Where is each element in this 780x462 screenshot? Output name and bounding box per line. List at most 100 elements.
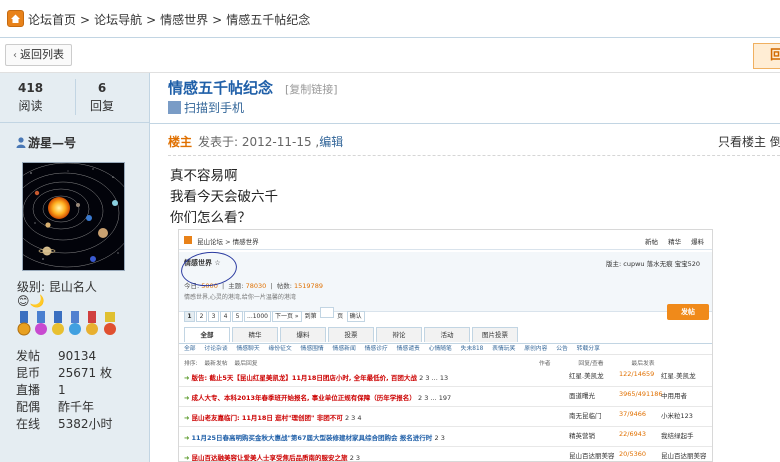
row-counts: 20/5360 [619,450,647,458]
thread-title[interactable]: 情感五千帖纪念 [168,77,273,98]
embedded-thread-title: ➜ 11月25日春高明购买金秋大惠战"第67届大型装修建材家具综合团购会 报名进行… [184,432,445,442]
info-value: 5382小时 [58,417,113,431]
row-counts: 37/9466 [619,410,647,418]
goto-confirm: 确认 [346,311,365,322]
breadcrumb: 论坛首页 > 论坛导航 > 情感世界 > 情感五千帖纪念 [28,11,310,28]
medal-icon[interactable] [85,311,99,339]
author-name[interactable]: 游星—号 [16,134,76,151]
post-meta-divider [168,155,780,156]
breadcrumb-link-home[interactable]: 论坛首页 [28,13,76,27]
row-pages: 2 3 4 [344,414,362,422]
back-to-list-label: 返回列表 [20,48,64,61]
breadcrumb-bar: 论坛首页 > 论坛导航 > 情感世界 > 情感五千帖纪念 [0,0,780,38]
medal-icon[interactable] [103,311,117,339]
row-counts: 3965/491186 [619,390,663,398]
author-sidebar: 418 阅读 6 回复 游星—号 级别: 昆山名人 😊🌙 发帖 90134 昆币… [0,73,150,462]
embedded-top-links: 新帖 精华 爆料 [645,238,705,246]
info-key: 在线 [16,417,41,431]
breadcrumb-link-forum[interactable]: 情感世界 [160,13,208,27]
copy-link-button[interactable]: [复制链接] [285,81,338,97]
qr-code-icon [168,101,181,114]
reply-button-label: 回 [770,48,780,63]
embedded-breadcrumb: 昆山论坛 > 情感世界 [197,238,259,246]
info-key: 配偶 [16,400,41,414]
page-link: 4 [220,311,231,322]
info-value: 25671 枚 [58,366,112,380]
row-title-text: 版告: 截止5天【昆山红星美凯龙】11月18日团店小时, 全年最低价, 百团大战 [191,374,417,382]
sidebar-divider [0,122,150,123]
replies-stat: 6 回复 [90,81,114,114]
topics-value: 78030 [245,282,267,290]
embedded-thread-row: ➜ 成人大专、本科2013年春季班开始报名, 事业单位正规有保障（历年学报名） 2… [179,388,712,407]
info-key: 昆币 [16,366,41,380]
embedded-tab: 精华 [232,327,278,342]
views-stat: 418 阅读 [18,81,43,114]
thread-arrow-icon: ➜ [184,414,190,422]
row-title-text: 昆山百达融美容让爱美人士享受焦后品质南的服安之旅 [191,454,348,462]
post-line: 你们怎么看？ [170,210,251,226]
embedded-categories: 全部 讨论杂谈 情感聊天 缘份征文 情感围情 情感新闻 情感诊疗 情感谴责 心情… [179,343,712,355]
embedded-tab: 爆料 [280,327,326,342]
info-row: 直播 1 [16,382,113,399]
avatar[interactable] [22,162,125,271]
breadcrumb-current[interactable]: 情感五千帖纪念 [226,13,310,27]
breadcrumb-link-nav[interactable]: 论坛导航 [94,13,142,27]
embedded-thread-title: ➜ 昆山百达融美容让爱美人士享受焦后品质南的服安之旅 2 3 [184,452,361,462]
medal-icon[interactable] [17,311,31,339]
home-icon[interactable] [7,10,24,27]
view-owner-only-link[interactable]: 只看楼主 倒 [718,133,780,150]
embedded-thread-title: ➜ 成人大专、本科2013年春季班开始报名, 事业单位正规有保障（历年学报名） 2… [184,392,451,402]
author-name-text: 游星—号 [28,136,77,150]
scan-to-mobile-link[interactable]: 扫描到手机 [168,99,244,116]
page-link: 2 [196,311,207,322]
medal-icon[interactable] [68,311,82,339]
page-link: ...1000 [244,311,271,322]
edit-link[interactable]: 编辑 [319,135,343,149]
embedded-tab: 图片投票 [472,327,518,342]
embedded-tab: 活动 [424,327,470,342]
row-author: 精英营销 [569,432,595,440]
page-link: 5 [232,311,243,322]
embedded-thread-row: ➜ 昆山老友嘉临门: 11月18日 逛村"理创团" 非团不可 2 3 4 南无昆临… [179,408,712,427]
info-row: 发帖 90134 [16,348,113,365]
post-line: 我看今天会破六千 [170,189,278,205]
post-meta: 楼主 发表于: 2012-11-15 ,编辑 [168,133,343,150]
row-author: 面道曙光 [569,392,595,400]
goto-label: 到第 [304,313,317,320]
post-date: 发表于: 2012-11-15 , [198,135,320,149]
row-author: 南无昆临门 [569,412,602,420]
medal-icon[interactable] [51,311,65,339]
row-pages: 2 3 ... 197 [418,394,452,402]
medal-icon[interactable] [34,311,48,339]
info-key: 发帖 [16,349,41,363]
row-pages: 2 3 [349,454,361,462]
page-link: 3 [208,311,219,322]
post-image-screenshot[interactable]: 昆山论坛 > 情感世界 新帖 精华 爆料 情感世界 ☆ 版主: cupwu 落水… [178,229,713,462]
replies-label: 回复 [90,99,115,113]
embedded-thread-row: ➜ 11月25日春高明购买金秋大惠战"第67届大型装修建材家具综合团购会 报名进行… [179,428,712,447]
chevron-left-icon: ‹ [13,50,17,61]
thread-arrow-icon: ➜ [184,454,190,462]
embedded-sort: 排序: 最新发帖 最后回复 [184,361,258,367]
row-pages: 2 3 ... 13 [419,374,449,382]
row-last-poster: 昆山百达丽美容 [661,452,707,460]
reply-button[interactable]: 回 [753,43,780,69]
row-author: 红星.美凯龙 [569,372,604,380]
embedded-home-icon [184,236,192,244]
views-count: 418 [18,81,44,95]
row-last-poster: 红星.美凯龙 [661,372,696,380]
embedded-moderators: 版主: cupwu 落水无痕 宝宝520 [606,260,701,268]
row-title-text: 成人大专、本科2013年春季班开始报名, 事业单位正规有保障（历年学报名） [191,394,416,402]
author-info: 发帖 90134 昆币 25671 枚 直播 1 配偶 酢千年 在线 5382小时 [16,348,113,433]
embedded-tab: 投票 [328,327,374,342]
scan-to-mobile-label: 扫描到手机 [184,101,245,115]
thread-arrow-icon: ➜ [184,394,190,402]
topics-label: 主题: [228,282,244,290]
breadcrumb-separator: > [80,13,91,27]
embedded-thread-row: ➜ 昆山百达融美容让爱美人士享受焦后品质南的服安之旅 2 3 昆山百达丽美容 20… [179,448,712,462]
embedded-thread-row: ➜ 版告: 截止5天【昆山红星美凯龙】11月18日团店小时, 全年最低价, 百团大… [179,368,712,387]
back-to-list-button[interactable]: ‹ 返回列表 [5,44,72,66]
info-value[interactable]: 酢千年 [58,400,94,414]
embedded-topbar: 昆山论坛 > 情感世界 新帖 精华 爆料 [179,230,712,250]
embedded-columns: 作者 回复/查看 最后发表 [539,361,655,367]
